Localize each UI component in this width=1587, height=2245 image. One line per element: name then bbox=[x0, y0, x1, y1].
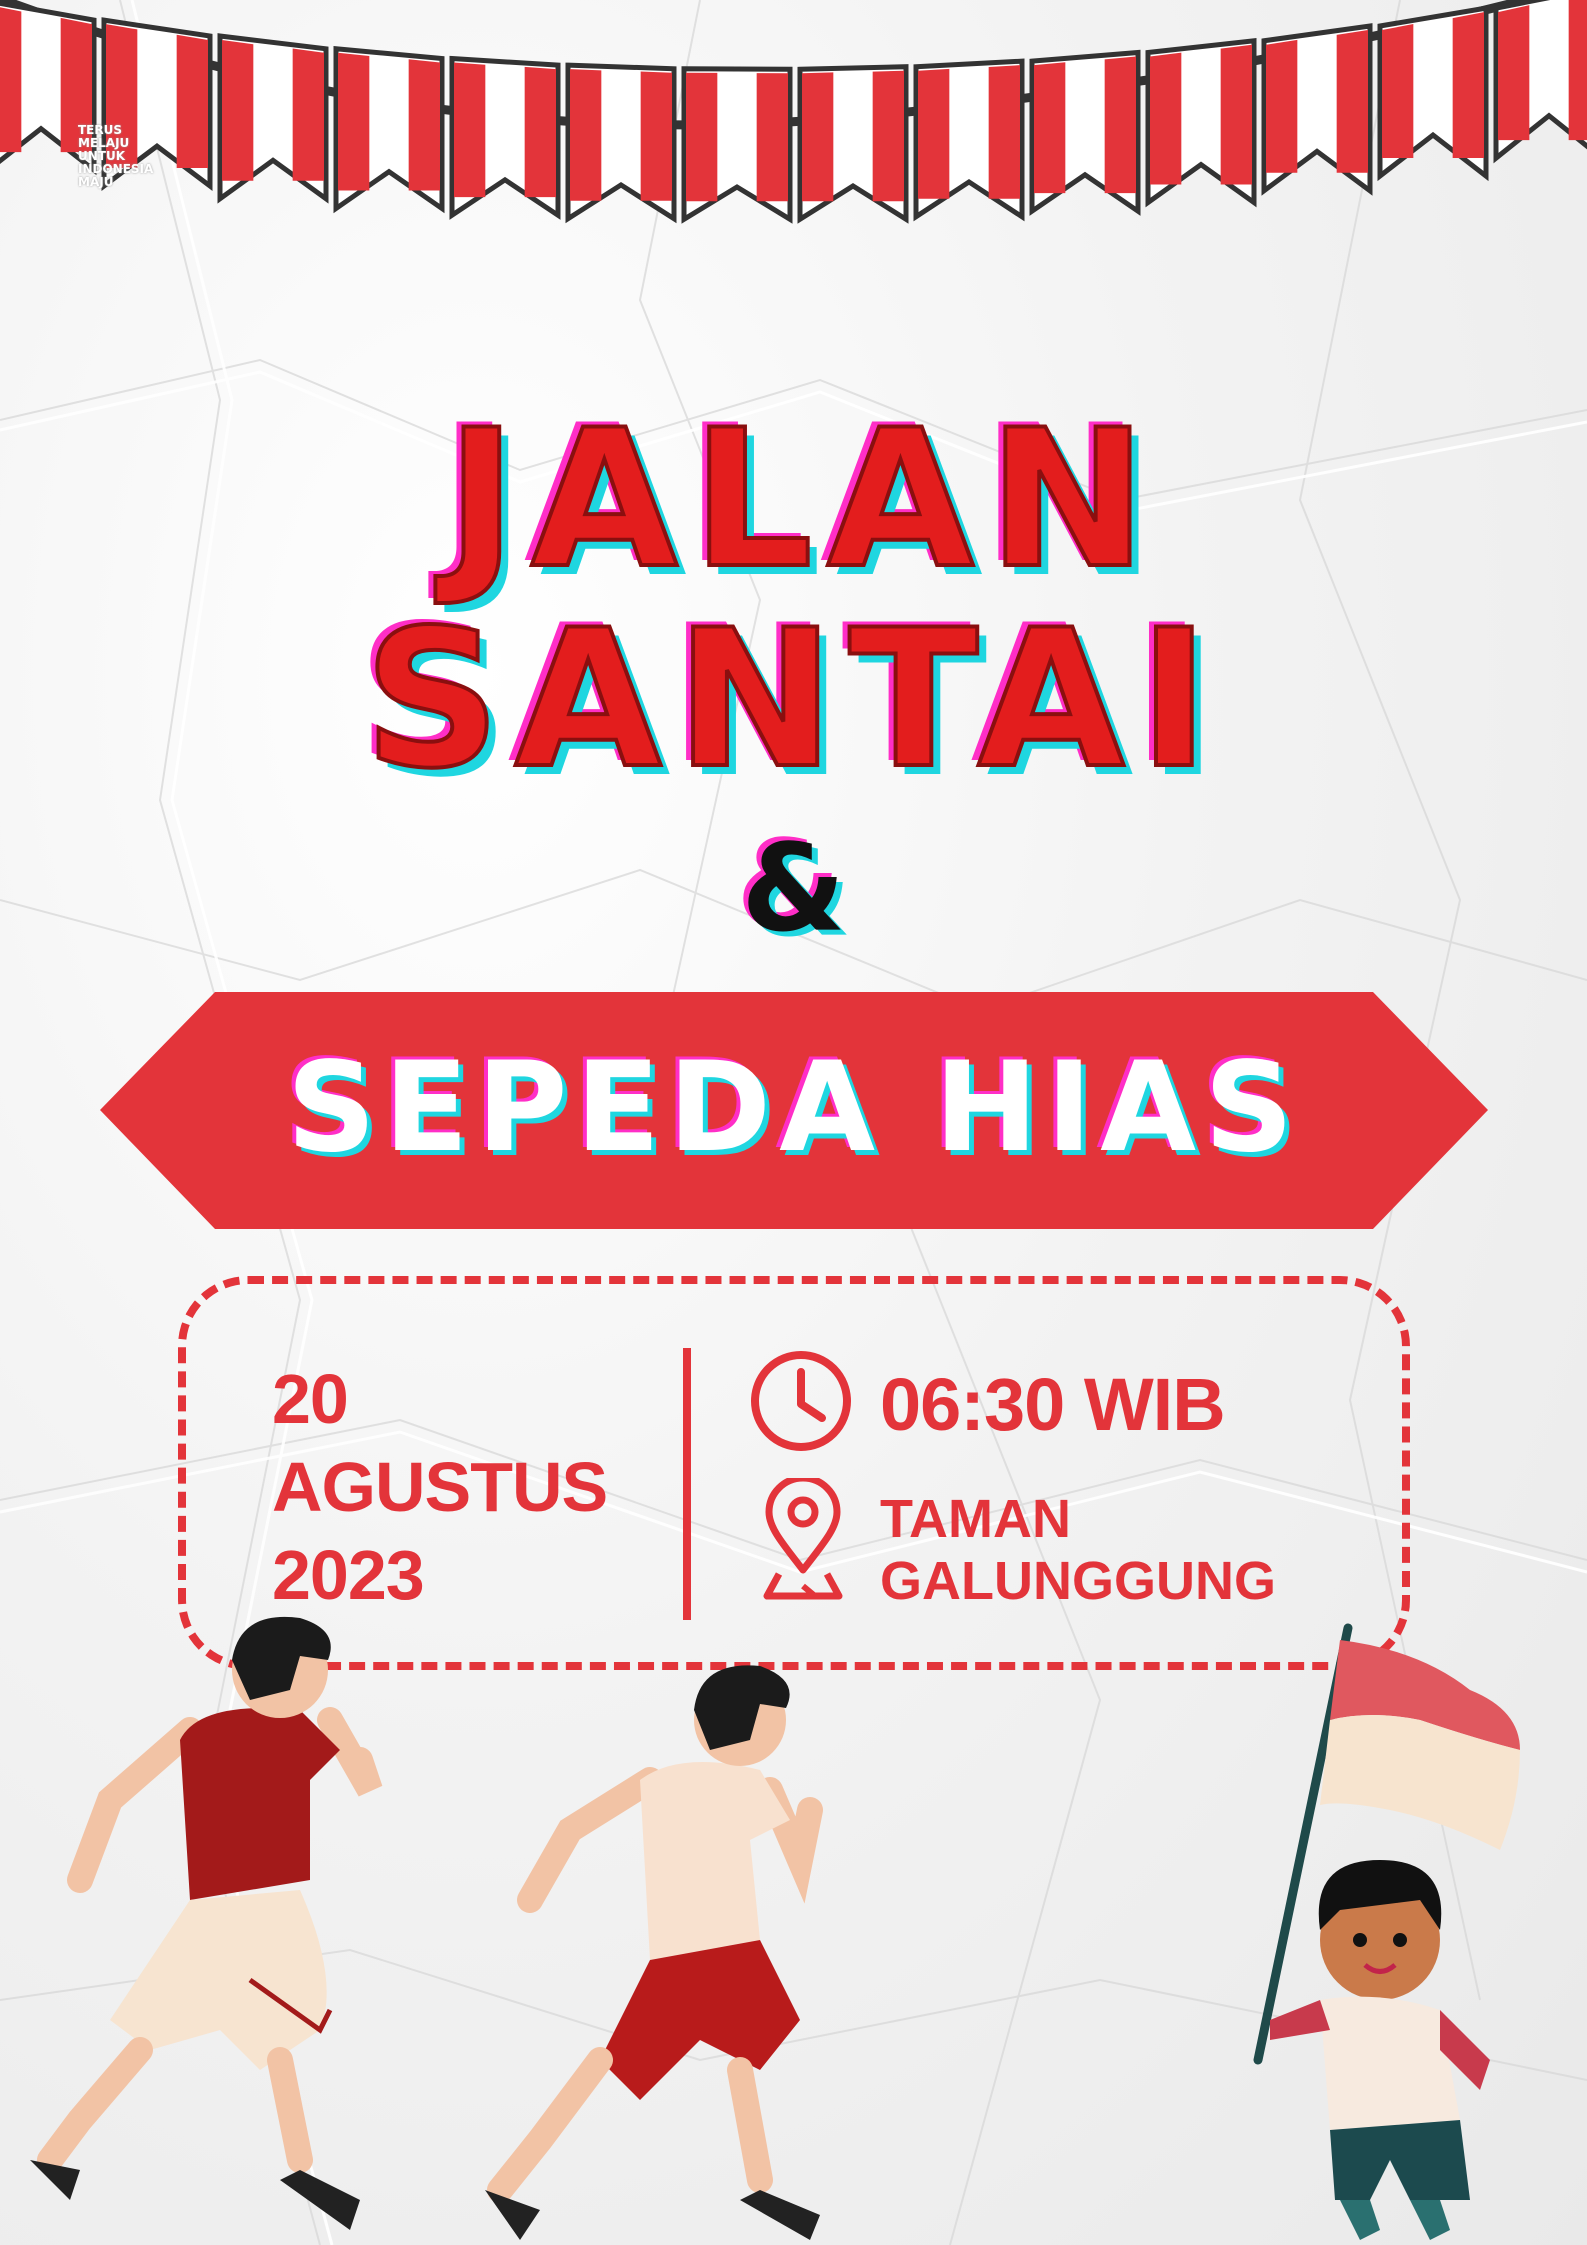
clock-icon bbox=[751, 1351, 851, 1451]
title-line-2: SANTAI bbox=[362, 589, 1224, 810]
bunting-stripe bbox=[1498, 5, 1530, 141]
info-divider bbox=[683, 1348, 691, 1620]
bunting-stripe bbox=[408, 59, 440, 191]
date-day: 20 bbox=[272, 1360, 349, 1438]
child-with-flag-illustration bbox=[1253, 1623, 1520, 2240]
bunting-stripe bbox=[1150, 52, 1182, 185]
bunting-stripe bbox=[872, 70, 904, 202]
bunting-stripe bbox=[1452, 12, 1484, 158]
bunting-stripe bbox=[988, 65, 1020, 199]
bunting-stripe bbox=[570, 69, 602, 201]
bunting-flags bbox=[0, 0, 1587, 224]
bunting-stripe bbox=[802, 72, 834, 202]
bunting-stripe bbox=[292, 48, 324, 181]
bunting-stripe bbox=[176, 34, 208, 168]
bunting-stripe bbox=[1568, 0, 1587, 141]
runner-white-shirt-illustration bbox=[485, 1665, 823, 2240]
runner-red-shirt-illustration bbox=[30, 1616, 383, 2230]
bunting-stripe bbox=[1266, 39, 1298, 173]
poster: TERUS MELAJU UNTUK INDONESIA MAJU JALAN … bbox=[0, 0, 1587, 2245]
bunting-stripe bbox=[524, 66, 556, 198]
event-time: 06:30 WIB bbox=[880, 1363, 1226, 1446]
bunting-stripe bbox=[686, 72, 718, 202]
bunting-stripe bbox=[640, 71, 672, 201]
tagline: TERUS MELAJU UNTUK INDONESIA MAJU bbox=[78, 123, 154, 189]
event-date: 20 AGUSTUS 2023 bbox=[272, 1355, 608, 1619]
bunting-stripe bbox=[338, 52, 370, 191]
bunting-stripe bbox=[1382, 24, 1414, 158]
illustrations bbox=[30, 1616, 1520, 2240]
bunting-stripe bbox=[1220, 44, 1252, 185]
bunting-stripe bbox=[1104, 56, 1136, 194]
title-line-1: JALAN bbox=[444, 389, 1161, 610]
bunting-stripe bbox=[222, 39, 254, 181]
bunting-stripe bbox=[1336, 29, 1368, 173]
bunting-stripe bbox=[1034, 62, 1066, 194]
bunting-stripe bbox=[454, 62, 486, 198]
bunting-stripe bbox=[756, 73, 788, 202]
ampersand: & bbox=[741, 820, 846, 959]
event-place: TAMAN GALUNGGUNG bbox=[880, 1488, 1276, 1612]
bunting-stripe bbox=[0, 7, 22, 153]
map-pin-icon bbox=[763, 1478, 843, 1600]
bunting-stripe bbox=[918, 68, 950, 199]
place-line-1: TAMAN bbox=[880, 1489, 1071, 1549]
subtitle: SEPEDA HIAS bbox=[286, 1036, 1302, 1180]
date-month: AGUSTUS bbox=[272, 1448, 608, 1526]
